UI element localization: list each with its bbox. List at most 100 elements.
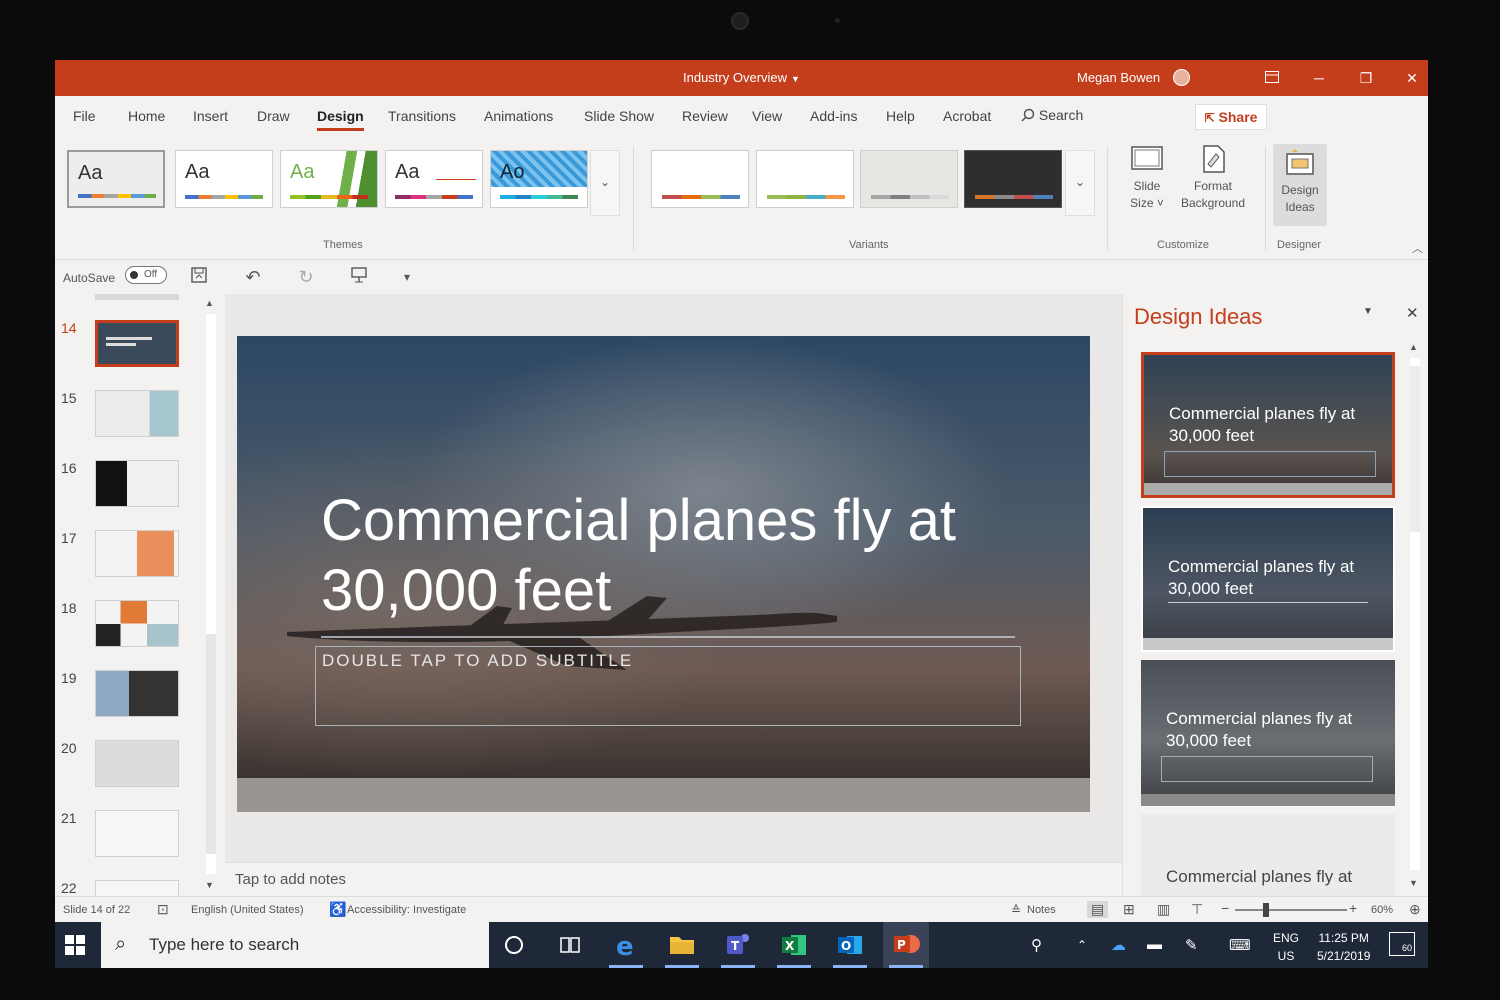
accessibility-icon[interactable]: ♿ bbox=[329, 901, 346, 918]
current-slide[interactable]: Commercial planes fly at 30,000 feet DOU… bbox=[237, 336, 1090, 812]
close-icon[interactable]: ✕ bbox=[1406, 304, 1419, 322]
reading-view-icon[interactable]: ▥ bbox=[1157, 901, 1170, 918]
design-idea-4[interactable]: Commercial planes fly at bbox=[1141, 814, 1395, 896]
tab-transitions[interactable]: Transitions bbox=[388, 108, 456, 124]
cortana-icon[interactable] bbox=[491, 922, 537, 968]
start-slideshow-icon[interactable] bbox=[347, 266, 371, 288]
user-name[interactable]: Megan Bowen bbox=[1077, 70, 1160, 85]
scroll-up-icon[interactable]: ▲ bbox=[205, 298, 214, 308]
design-idea-1[interactable]: Commercial planes fly at 30,000 feet bbox=[1141, 352, 1395, 498]
tab-review[interactable]: Review bbox=[682, 108, 728, 124]
notes-pane[interactable]: Tap to add notes bbox=[225, 862, 1122, 896]
zoom-slider-thumb[interactable] bbox=[1263, 903, 1269, 917]
slide-title[interactable]: Commercial planes fly at 30,000 feet bbox=[321, 486, 1041, 626]
variants-more-button[interactable]: ⌄ bbox=[1065, 150, 1095, 216]
tab-animations[interactable]: Animations bbox=[484, 108, 553, 124]
design-idea-2[interactable]: Commercial planes fly at 30,000 feet bbox=[1141, 506, 1395, 652]
notes-toggle[interactable]: Notes bbox=[1027, 904, 1056, 916]
slide-size-button[interactable]: Slide Size ˅ bbox=[1121, 144, 1173, 212]
format-background-button[interactable]: Format Background bbox=[1175, 144, 1251, 212]
design-ideas-button[interactable]: Design Ideas bbox=[1273, 144, 1327, 226]
slide-sorter-icon[interactable]: ⊞ bbox=[1123, 901, 1135, 918]
touch-keyboard-icon[interactable]: ⌨ bbox=[1229, 936, 1251, 954]
slide-thumb-18[interactable] bbox=[95, 600, 179, 647]
show-hidden-icons-icon[interactable]: ⌃ bbox=[1077, 938, 1087, 952]
powerpoint-icon[interactable]: P bbox=[883, 922, 929, 968]
zoom-slider[interactable] bbox=[1235, 909, 1347, 911]
slideshow-view-icon[interactable]: ⊤ bbox=[1191, 901, 1203, 918]
slide-thumb-14[interactable] bbox=[95, 320, 179, 367]
accessibility-status[interactable]: Accessibility: Investigate bbox=[347, 904, 466, 916]
restore-icon[interactable]: ❐ bbox=[1346, 66, 1386, 90]
theme-office-2[interactable]: Aa bbox=[175, 150, 273, 208]
scroll-thumb[interactable] bbox=[206, 634, 216, 854]
tab-draw[interactable]: Draw bbox=[257, 108, 290, 124]
slide-thumb-16[interactable] bbox=[95, 460, 179, 507]
fit-to-window-icon[interactable]: ⊕ bbox=[1409, 901, 1421, 918]
design-ideas-scrollbar[interactable]: ▲ ▼ bbox=[1406, 342, 1424, 894]
customize-qat-icon[interactable]: ▾ bbox=[395, 266, 419, 288]
autosave-toggle[interactable]: Off bbox=[125, 266, 167, 284]
variant-4[interactable] bbox=[964, 150, 1062, 208]
tab-design[interactable]: Design bbox=[317, 108, 364, 131]
variant-2[interactable] bbox=[756, 150, 854, 208]
slide-thumb-15[interactable] bbox=[95, 390, 179, 437]
avatar[interactable] bbox=[1173, 69, 1190, 86]
input-language[interactable]: ENG US bbox=[1273, 929, 1299, 965]
language-indicator[interactable]: English (United States) bbox=[191, 904, 304, 916]
scroll-thumb[interactable] bbox=[1410, 366, 1420, 532]
minimize-icon[interactable]: ─ bbox=[1299, 66, 1339, 90]
theme-office[interactable]: Aa bbox=[67, 150, 165, 208]
zoom-out-icon[interactable]: − bbox=[1221, 900, 1229, 916]
file-explorer-icon[interactable] bbox=[659, 922, 705, 968]
edge-browser-icon[interactable]: e bbox=[603, 922, 649, 968]
collapse-ribbon-icon[interactable]: ︿ bbox=[1412, 240, 1423, 256]
undo-icon[interactable]: ↶ bbox=[241, 266, 265, 288]
teams-icon[interactable]: T bbox=[715, 922, 761, 968]
slide-thumb-20[interactable] bbox=[95, 740, 179, 787]
thumbnails-scrollbar[interactable]: ▲ ▼ bbox=[203, 294, 219, 896]
subtitle-placeholder[interactable]: DOUBLE TAP TO ADD SUBTITLE bbox=[315, 646, 1021, 726]
onedrive-icon[interactable]: ☁ bbox=[1111, 936, 1126, 954]
spelling-check-icon[interactable]: ⊡ bbox=[157, 901, 169, 918]
task-view-icon[interactable] bbox=[547, 922, 593, 968]
close-icon[interactable]: ✕ bbox=[1392, 66, 1428, 90]
variant-3[interactable] bbox=[860, 150, 958, 208]
slide-thumb-21[interactable] bbox=[95, 810, 179, 857]
theme-ion[interactable]: Ao bbox=[490, 150, 588, 208]
zoom-in-icon[interactable]: + bbox=[1349, 900, 1357, 916]
tab-insert[interactable]: Insert bbox=[193, 108, 228, 124]
search-tab[interactable]: Search bbox=[1021, 107, 1083, 123]
outlook-icon[interactable]: O bbox=[827, 922, 873, 968]
slide-thumb-22[interactable] bbox=[95, 880, 179, 896]
save-icon[interactable] bbox=[187, 266, 211, 288]
tab-acrobat[interactable]: Acrobat bbox=[943, 108, 991, 124]
variant-1[interactable] bbox=[651, 150, 749, 208]
tab-help[interactable]: Help bbox=[886, 108, 915, 124]
theme-facet[interactable]: Aa bbox=[280, 150, 378, 208]
tab-home[interactable]: Home bbox=[128, 108, 165, 124]
pen-icon[interactable]: ✎ bbox=[1185, 936, 1198, 954]
people-icon[interactable]: ⚲ bbox=[1031, 936, 1042, 954]
scroll-down-icon[interactable]: ▼ bbox=[1409, 878, 1418, 888]
redo-icon[interactable]: ↻ bbox=[294, 266, 318, 288]
excel-icon[interactable]: X bbox=[771, 922, 817, 968]
theme-integral[interactable]: Aa bbox=[385, 150, 483, 208]
scroll-down-icon[interactable]: ▼ bbox=[205, 880, 214, 890]
normal-view-icon[interactable]: ▤ bbox=[1087, 901, 1109, 918]
ribbon-display-options-icon[interactable] bbox=[1252, 66, 1292, 90]
tab-view[interactable]: View bbox=[752, 108, 782, 124]
design-idea-3[interactable]: Commercial planes fly at 30,000 feet bbox=[1141, 660, 1395, 806]
themes-more-button[interactable]: ⌄ bbox=[590, 150, 620, 216]
notes-icon[interactable]: ≙ bbox=[1011, 903, 1021, 917]
battery-icon[interactable]: ▬ bbox=[1147, 936, 1162, 953]
tab-file[interactable]: File bbox=[73, 108, 96, 124]
share-button[interactable]: ⇱ Share bbox=[1195, 104, 1267, 130]
windows-start-icon[interactable] bbox=[65, 935, 85, 955]
zoom-level[interactable]: 60% bbox=[1371, 904, 1393, 916]
pane-options-icon[interactable]: ▼ bbox=[1363, 306, 1373, 317]
taskbar-search[interactable]: ⌕ Type here to search bbox=[101, 922, 489, 968]
scroll-up-icon[interactable]: ▲ bbox=[1409, 342, 1418, 352]
clock[interactable]: 11:25 PM 5/21/2019 bbox=[1317, 929, 1370, 965]
slide-thumb-19[interactable] bbox=[95, 670, 179, 717]
